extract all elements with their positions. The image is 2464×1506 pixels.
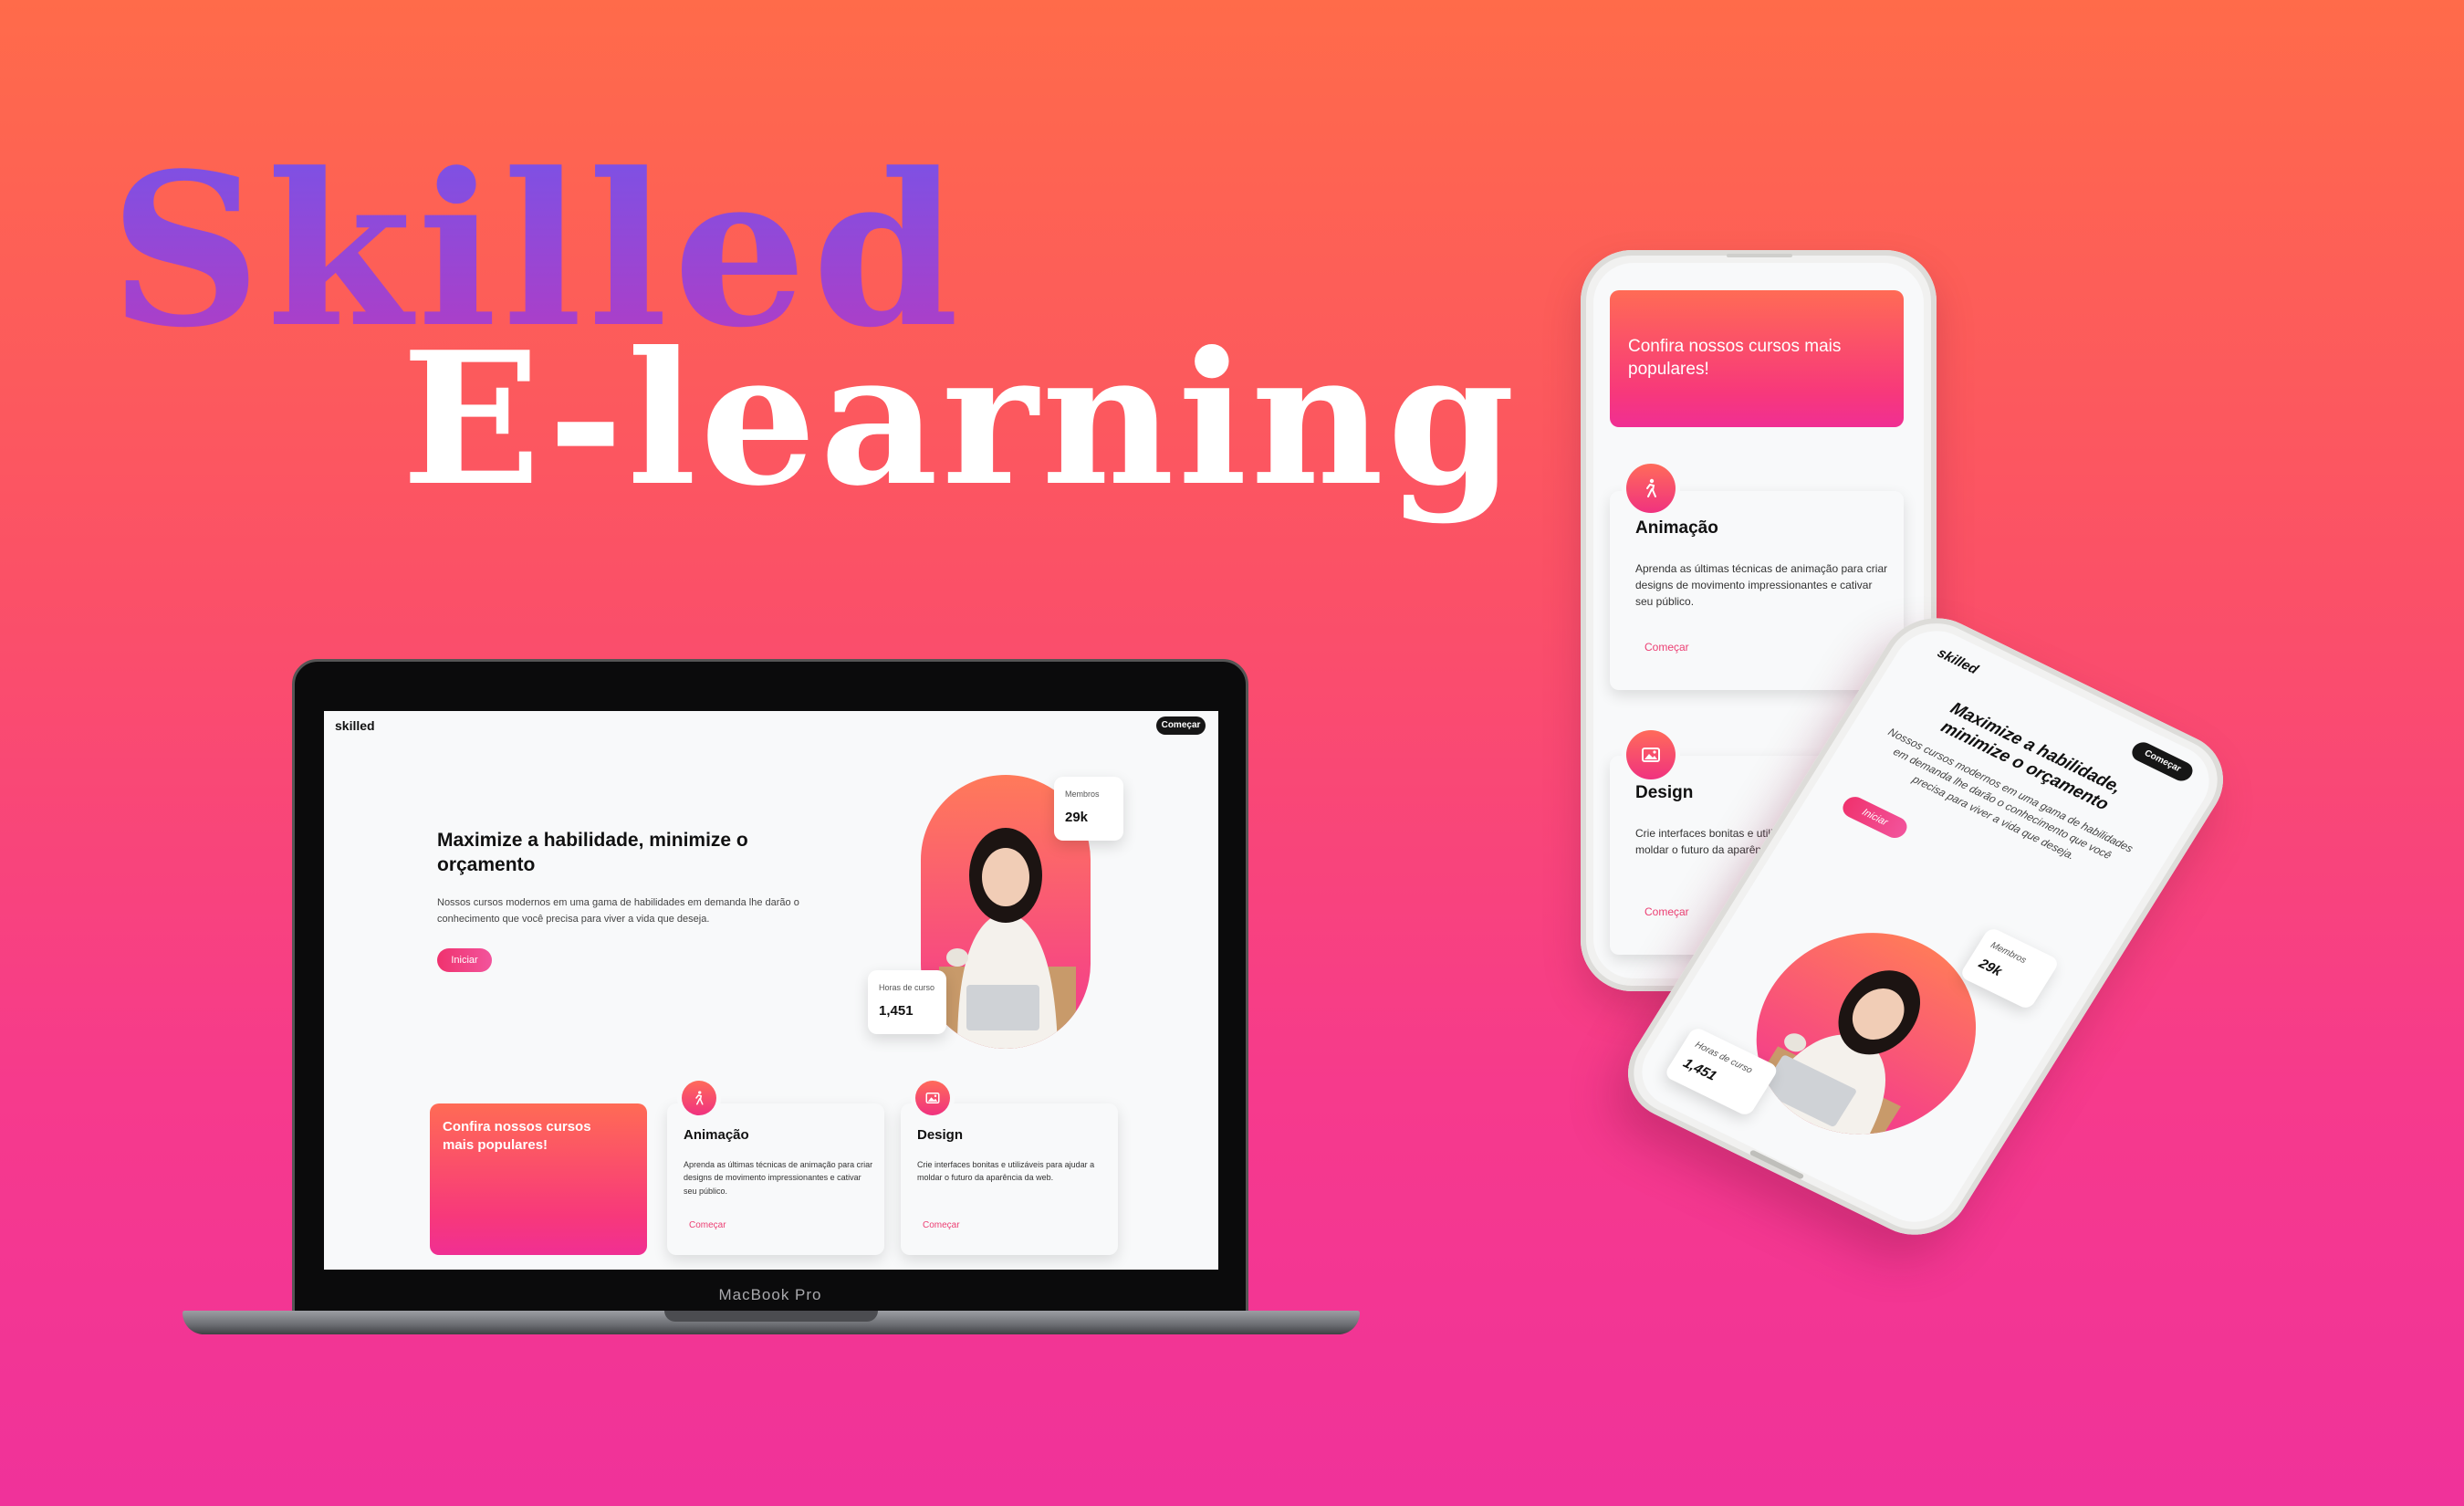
laptop-mockup: skilled Começar Maximize a habilidade, m…: [183, 659, 1360, 1353]
promo-card-text: Confira nossos cursos mais populares!: [443, 1119, 591, 1153]
course-hours-stat-card: Horas de curso 1,451: [868, 970, 946, 1034]
hero-start-button[interactable]: Iniciar: [1838, 793, 1912, 842]
hero-title-line2: E-learning: [402, 312, 1519, 527]
course-title: Animação: [684, 1127, 749, 1143]
laptop-notch: [664, 1311, 878, 1322]
hero-start-button[interactable]: Iniciar: [437, 948, 492, 972]
phone-speaker: [1727, 254, 1792, 257]
laptop-lid: skilled Começar Maximize a habilidade, m…: [292, 659, 1248, 1316]
course-title: Design: [917, 1127, 964, 1143]
course-card-design[interactable]: Design Crie interfaces bonitas e utilizá…: [901, 1103, 1118, 1255]
hero-description: Nossos cursos modernos em uma gama de ha…: [437, 897, 799, 925]
site-logo[interactable]: skilled: [335, 718, 375, 733]
course-title: Design: [1635, 783, 1694, 802]
course-start-link[interactable]: Começar: [1644, 641, 1689, 654]
promo-card[interactable]: Confira nossos cursos mais populares!: [1610, 290, 1904, 427]
members-stat-value: 29k: [1976, 956, 2005, 979]
walking-person-icon: [682, 1081, 716, 1115]
members-stat-value: 29k: [1065, 810, 1089, 825]
course-start-link[interactable]: Começar: [1644, 905, 1689, 918]
site-logo[interactable]: skilled: [1935, 645, 1981, 677]
walking-person-icon: [1626, 464, 1676, 513]
student-portrait: [1716, 897, 2017, 1169]
hero-headline: Maximize a habilidade, minimize o orçame…: [437, 830, 748, 876]
course-title: Animação: [1635, 518, 1718, 538]
course-description: Crie interfaces bonitas e utilizáveis pa…: [917, 1160, 1095, 1183]
header-start-button[interactable]: Começar: [1156, 716, 1206, 735]
course-description: Aprenda as últimas técnicas de animação …: [1635, 562, 1888, 608]
members-stat-label: Membros: [1065, 790, 1100, 799]
members-stat-card: Membros 29k: [1958, 926, 2061, 1011]
header-start-button[interactable]: Começar: [2128, 738, 2197, 785]
promo-card[interactable]: Confira nossos cursos mais populares!: [430, 1103, 647, 1255]
course-description: Aprenda as últimas técnicas de animação …: [684, 1160, 873, 1196]
image-icon: [915, 1081, 950, 1115]
promo-card-text: Confira nossos cursos mais populares!: [1628, 337, 1842, 379]
image-icon: [1626, 730, 1676, 779]
course-start-link[interactable]: Começar: [923, 1220, 960, 1230]
laptop-model-label: MacBook Pro: [718, 1286, 822, 1303]
course-start-link[interactable]: Começar: [689, 1220, 726, 1230]
course-card-animation[interactable]: Animação Aprenda as últimas técnicas de …: [1610, 491, 1904, 690]
members-stat-card: Membros 29k: [1054, 777, 1123, 841]
course-hours-stat-label: Horas de curso: [879, 983, 935, 992]
course-card-animation[interactable]: Animação Aprenda as últimas técnicas de …: [667, 1103, 884, 1255]
laptop-screen: skilled Começar Maximize a habilidade, m…: [324, 711, 1218, 1270]
course-hours-stat-value: 1,451: [1680, 1055, 1720, 1084]
course-hours-stat-value: 1,451: [879, 1003, 914, 1019]
